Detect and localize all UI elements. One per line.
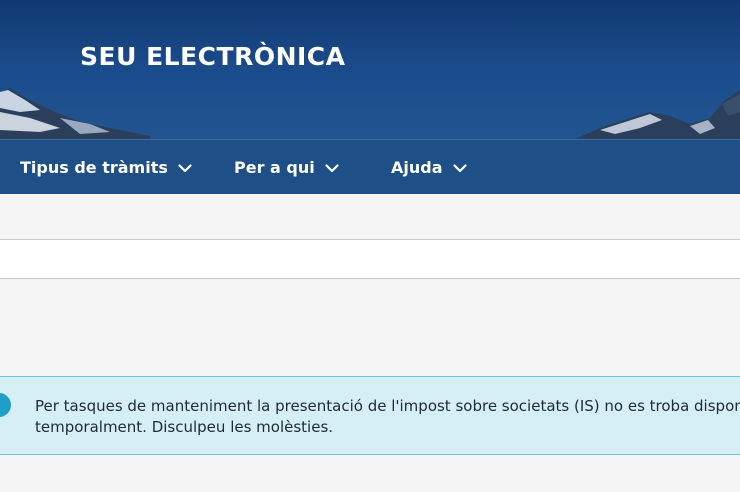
- header-banner: SEU ELECTRÒNICA: [0, 0, 740, 139]
- nav-item-label: Ajuda: [391, 157, 443, 177]
- chevron-down-icon: [452, 164, 467, 173]
- main-nav: Tipus de tràmits Per a qui Ajuda: [0, 139, 740, 194]
- nav-item-label: Tipus de tràmits: [20, 157, 168, 177]
- nav-item-per-a-qui[interactable]: Per a qui: [234, 140, 339, 194]
- nav-item-ajuda[interactable]: Ajuda: [391, 140, 467, 194]
- info-icon: [0, 393, 11, 417]
- search-input[interactable]: [0, 240, 740, 278]
- maintenance-alert: Per tasques de manteniment la presentaci…: [0, 376, 740, 455]
- alert-line-1: Per tasques de manteniment la presentaci…: [35, 397, 740, 415]
- nav-item-tipus-de-tramits[interactable]: Tipus de tràmits: [20, 140, 192, 194]
- alert-message: Per tasques de manteniment la presentaci…: [35, 396, 740, 438]
- search-box: [0, 239, 740, 279]
- nav-item-label: Per a qui: [234, 157, 315, 177]
- alert-line-2: temporalment. Disculpeu les molèsties.: [35, 418, 334, 436]
- site-title[interactable]: SEU ELECTRÒNICA: [80, 42, 346, 71]
- chevron-down-icon: [178, 164, 192, 173]
- chevron-down-icon: [325, 164, 339, 173]
